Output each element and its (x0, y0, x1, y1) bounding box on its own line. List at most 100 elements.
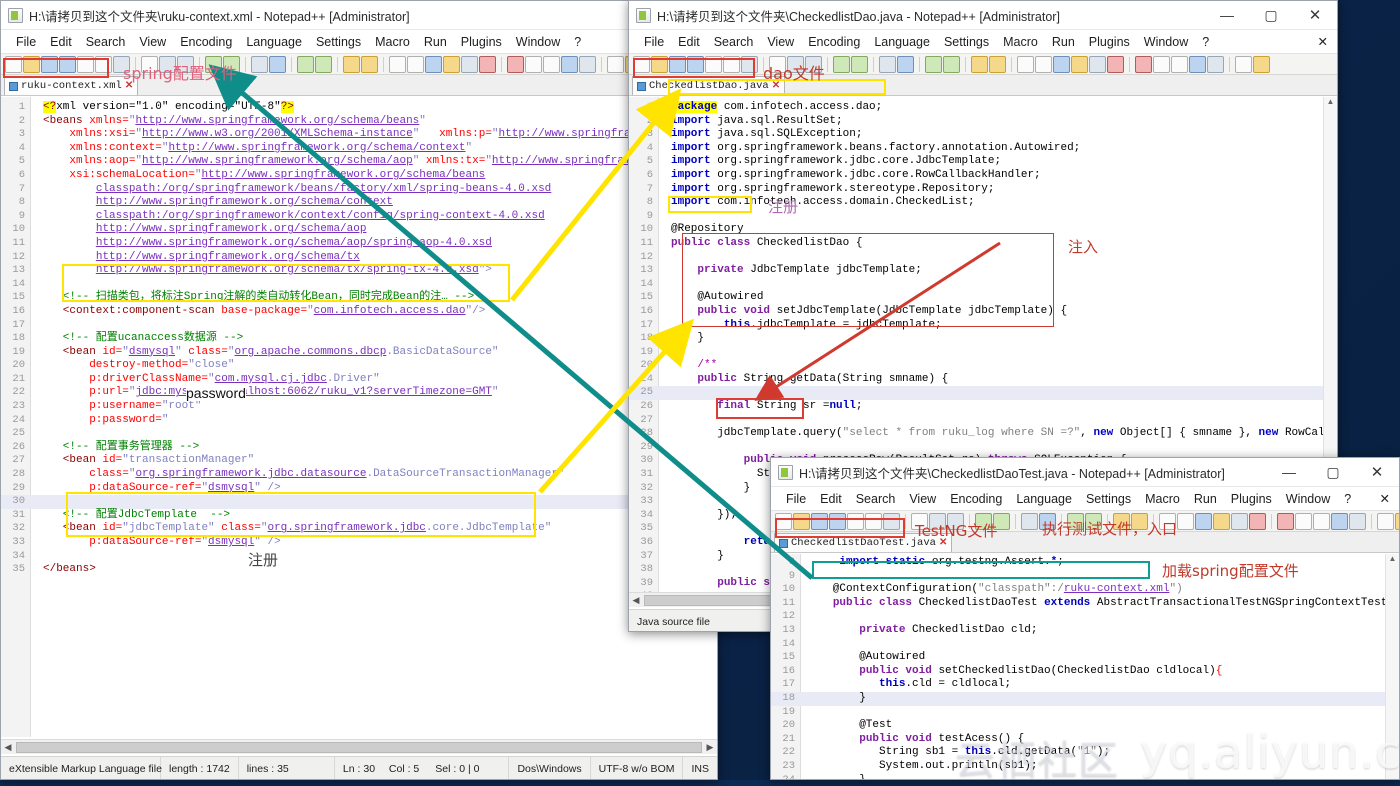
spell-check-icon[interactable] (607, 55, 624, 73)
code-line[interactable]: 10 @ContextConfiguration("classpath":/ru… (771, 583, 1399, 597)
code-line[interactable]: 25 (1, 427, 717, 441)
scroll-left-icon[interactable]: ◀ (1, 742, 15, 753)
save-all-icon[interactable] (829, 512, 846, 530)
code-line[interactable]: 12 (771, 610, 1399, 624)
ui-hide-icon[interactable] (1071, 55, 1088, 73)
code-line[interactable]: 34 (1, 550, 717, 564)
menu-macro[interactable]: Macro (996, 33, 1045, 51)
code-line[interactable]: 11 public class CheckedlistDaoTest exten… (771, 597, 1399, 611)
show-all-chars-icon[interactable] (407, 55, 424, 73)
new-file-icon[interactable] (775, 512, 792, 530)
scroll-up-icon[interactable]: ▲ (1324, 97, 1337, 106)
code-line[interactable]: 2 <beans xmlns="http://www.springframewor… (1, 115, 717, 129)
window-controls[interactable]: — ▢ ✕ (1267, 458, 1399, 486)
redo-icon[interactable] (851, 55, 868, 73)
code-line[interactable]: 10 @Repository (629, 223, 1337, 237)
horizontal-scrollbar-xml[interactable]: ◀ ▶ (1, 739, 717, 754)
code-line[interactable]: 3 xmlns:xsi="http://www.w3.org/2001/XMLS… (1, 128, 717, 142)
scroll-left-icon[interactable]: ◀ (629, 595, 643, 606)
record-macro-icon[interactable] (1277, 512, 1294, 530)
menu-plugins[interactable]: Plugins (1082, 33, 1137, 51)
menu-settings[interactable]: Settings (309, 33, 368, 51)
code-line[interactable]: 20 destroy-method="close" (1, 359, 717, 373)
menu-encoding[interactable]: Encoding (943, 490, 1009, 508)
minimize-button[interactable]: — (1205, 1, 1249, 29)
code-line[interactable]: 29 (629, 441, 1337, 455)
function-list-icon[interactable] (479, 55, 496, 73)
menu-window[interactable]: Window (1137, 33, 1195, 51)
code-line[interactable]: 7 classpath:/org/springframework/beans/f… (1, 183, 717, 197)
record-macro-icon[interactable] (1135, 55, 1152, 73)
menu-file[interactable]: File (779, 490, 813, 508)
stop-macro-icon[interactable] (1295, 512, 1312, 530)
doc-map-icon[interactable] (1231, 512, 1248, 530)
stop-macro-icon[interactable] (1153, 55, 1170, 73)
open-file-icon[interactable] (793, 512, 810, 530)
show-all-chars-icon[interactable] (1177, 512, 1194, 530)
open-file-icon[interactable] (23, 55, 40, 73)
menu-macro[interactable]: Macro (368, 33, 417, 51)
code-line[interactable]: 15 @Autowired (629, 291, 1337, 305)
menu-run[interactable]: Run (1045, 33, 1082, 51)
code-line[interactable]: 5 xmlns:aop="http://www.springframework.… (1, 155, 717, 169)
menu-window[interactable]: Window (1279, 490, 1337, 508)
new-file-icon[interactable] (5, 55, 22, 73)
spell-check-icon[interactable] (1235, 55, 1252, 73)
print-icon[interactable] (883, 512, 900, 530)
ui-hide-icon[interactable] (1213, 512, 1230, 530)
indent-guide-icon[interactable] (1053, 55, 1070, 73)
editor-xml[interactable]: 1 <?xml version="1.0" encoding="UTF-8"?> 2… (1, 97, 717, 737)
menu-plugins[interactable]: Plugins (1224, 490, 1279, 508)
function-list-icon[interactable] (1249, 512, 1266, 530)
scroll-thumb[interactable] (16, 741, 702, 753)
run-icon[interactable] (1253, 55, 1270, 73)
scroll-up-icon[interactable]: ▲ (1386, 554, 1399, 563)
sync-horizontal-icon[interactable] (989, 55, 1006, 73)
menu-file[interactable]: File (637, 33, 671, 51)
menu-encoding[interactable]: Encoding (173, 33, 239, 51)
menu-view[interactable]: View (760, 33, 801, 51)
code-line[interactable]: 11 public class CheckedlistDao { (629, 237, 1337, 251)
menu-language[interactable]: Language (1009, 490, 1079, 508)
menubar-dao[interactable]: File Edit Search View Encoding Language … (629, 30, 1337, 53)
maximize-button[interactable]: ▢ (1249, 1, 1293, 29)
code-line[interactable]: 26 <!-- 配置事务管理器 --> (1, 441, 717, 455)
tabbar-dao[interactable]: CheckedlistDao.java ✕ (629, 75, 1337, 96)
code-line[interactable]: 13 http://www.springframework.org/schema… (1, 264, 717, 278)
code-line[interactable]: 16 public void setJdbcTemplate(JdbcTempl… (629, 305, 1337, 319)
save-all-icon[interactable] (59, 55, 76, 73)
code-line[interactable]: 9 (629, 210, 1337, 224)
find-icon[interactable] (879, 55, 896, 73)
code-line[interactable]: 18 } (629, 332, 1337, 346)
close-all-icon[interactable] (865, 512, 882, 530)
code-line[interactable]: 22 p:url="jdbc:mysql://localhost:6062/ru… (1, 386, 717, 400)
code-line[interactable]: 2 import java.sql.ResultSet; (629, 115, 1337, 129)
code-line[interactable]: 17 this.cld = cldlocal; (771, 678, 1399, 692)
menu-run[interactable]: Run (1187, 490, 1224, 508)
close-file-icon[interactable] (705, 55, 722, 73)
titlebar-xml[interactable]: H:\请拷贝到这个文件夹\ruku-context.xml - Notepad+… (1, 1, 717, 30)
code-line[interactable]: 8 import static org.testng.Assert.*; (771, 556, 1399, 570)
code-line[interactable]: 15 <!-- 扫描类包，将标注Spring注解的类自动转化Bean，同时完成B… (1, 291, 717, 305)
code-line[interactable]: 16 <context:component-scan base-package=… (1, 305, 717, 319)
menu-edit[interactable]: Edit (671, 33, 707, 51)
code-line[interactable]: 6 xsi:schemaLocation="http://www.springf… (1, 169, 717, 183)
menu-macro[interactable]: Macro (1138, 490, 1187, 508)
code-line[interactable]: 10 http://www.springframework.org/schema… (1, 223, 717, 237)
code-line[interactable]: 11 http://www.springframework.org/schema… (1, 237, 717, 251)
titlebar-dao[interactable]: H:\请拷贝到这个文件夹\CheckedlistDao.java - Notep… (629, 1, 1337, 30)
run-icon[interactable] (1395, 512, 1399, 530)
code-line[interactable]: 23 p:username="root" (1, 400, 717, 414)
titlebar-test[interactable]: H:\请拷贝到这个文件夹\CheckedlistDaoTest.java - N… (771, 458, 1399, 487)
fast-macro-icon[interactable] (561, 55, 578, 73)
menubar-xml[interactable]: File Edit Search View Encoding Language … (1, 30, 717, 53)
code-line[interactable]: 35 </beans> (1, 563, 717, 577)
menu-help[interactable]: ? (567, 33, 588, 51)
function-list-icon[interactable] (1107, 55, 1124, 73)
code-line[interactable]: 5 import org.springframework.jdbc.core.Jd… (629, 155, 1337, 169)
fast-macro-icon[interactable] (1331, 512, 1348, 530)
menu-encoding[interactable]: Encoding (801, 33, 867, 51)
replace-icon[interactable] (269, 55, 286, 73)
close-button[interactable]: ✕ (1293, 1, 1337, 29)
menu-file[interactable]: File (9, 33, 43, 51)
